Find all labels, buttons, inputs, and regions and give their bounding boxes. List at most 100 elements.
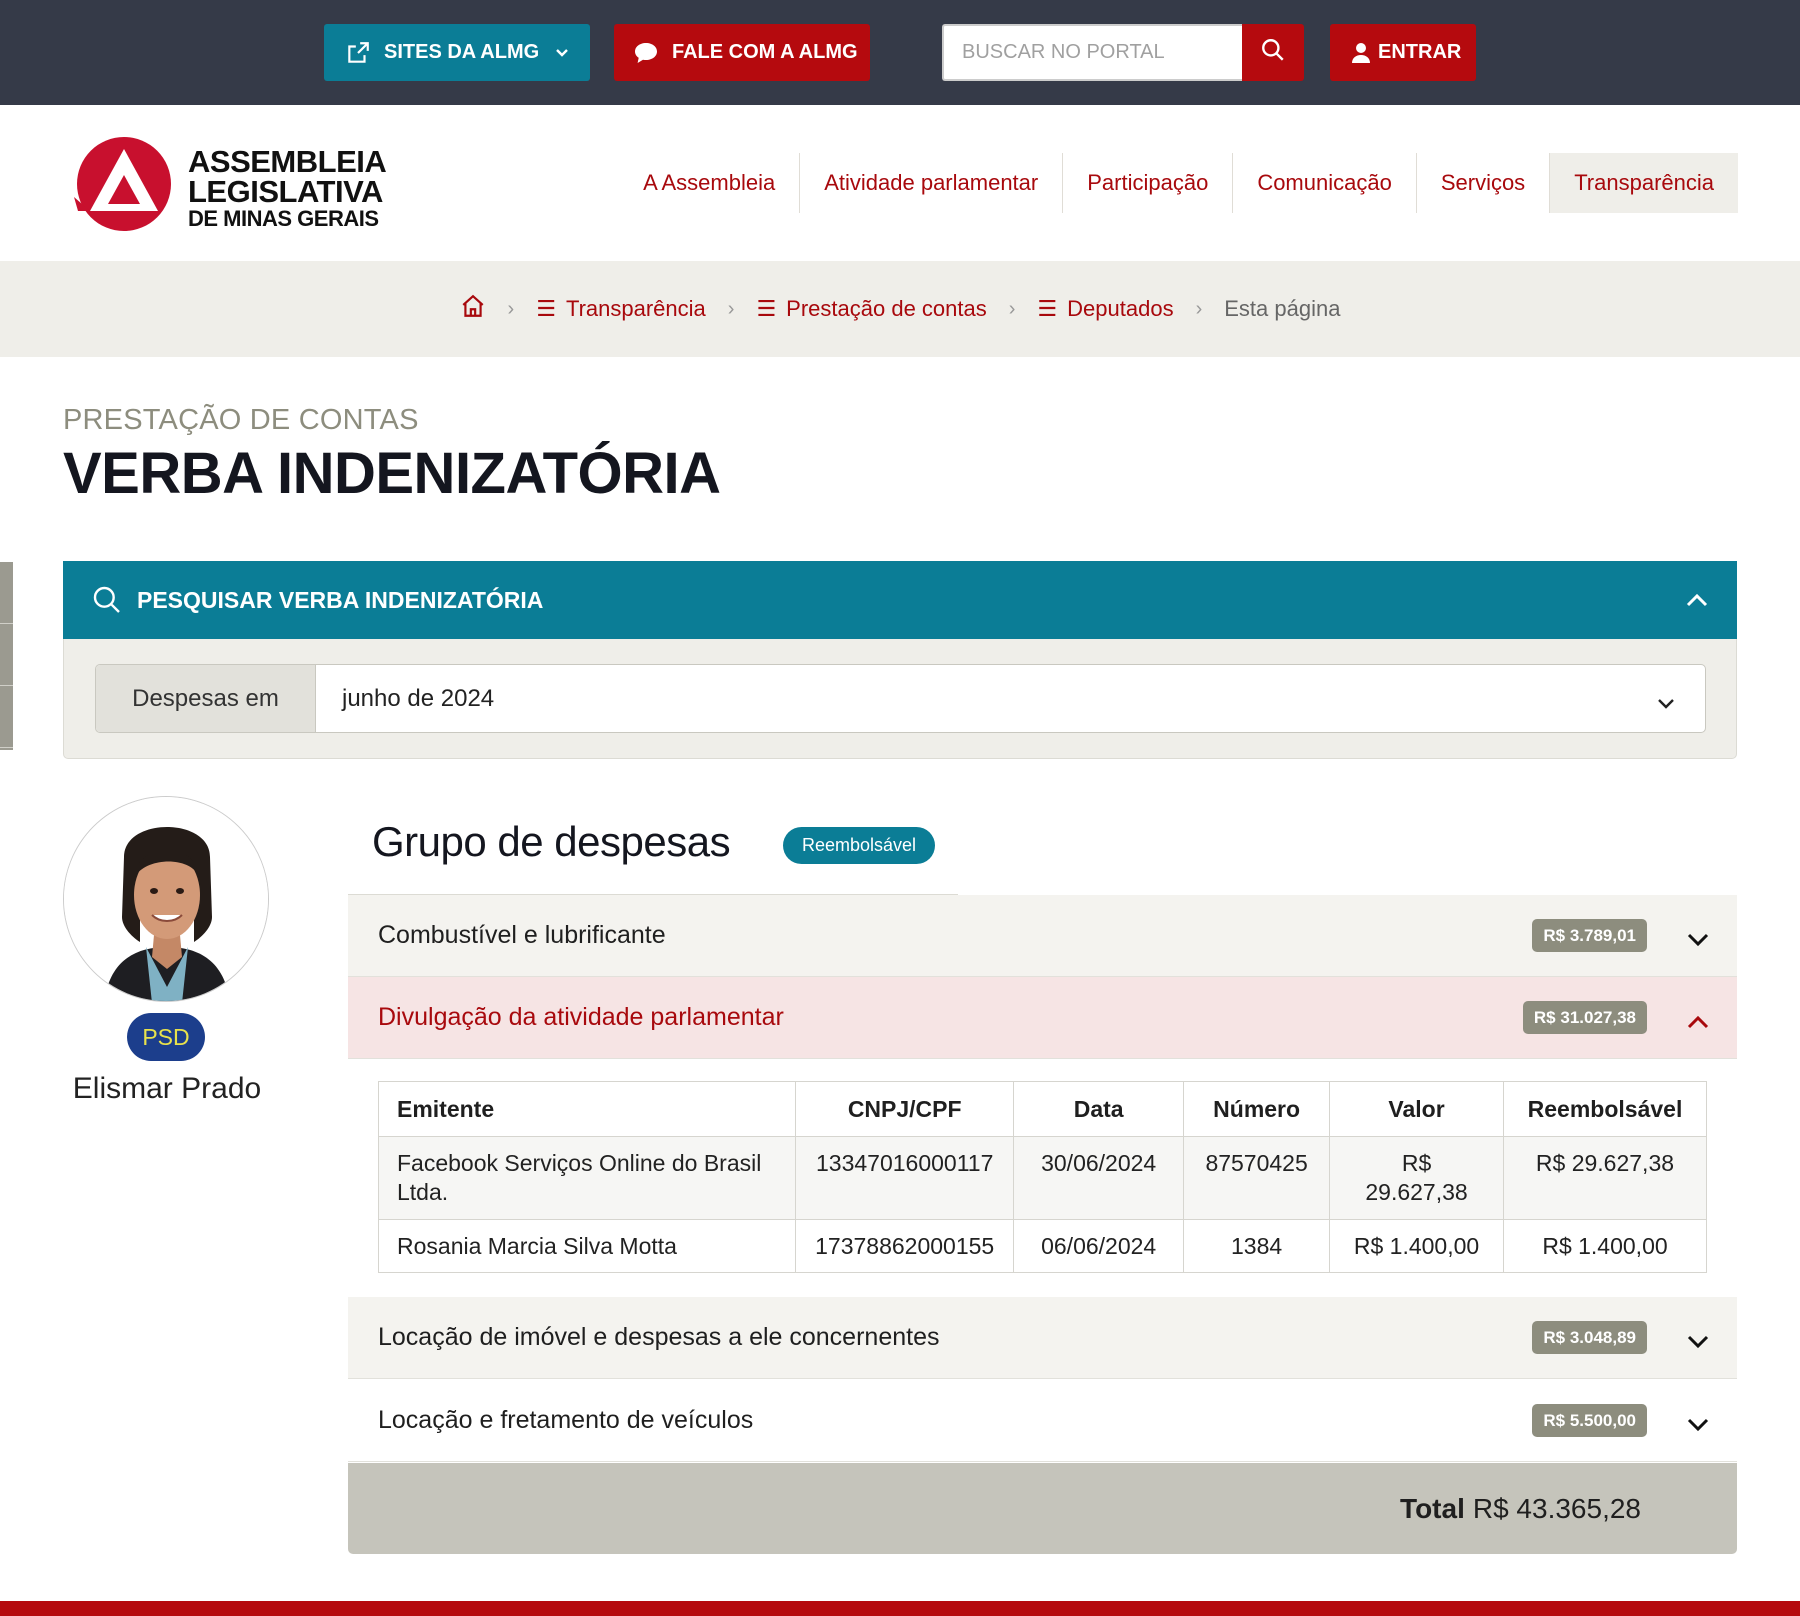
logo-text: ASSEMBLEIA LEGISLATIVA DE MINAS GERAIS xyxy=(188,144,387,231)
table-cell: 1384 xyxy=(1183,1219,1331,1273)
category-label: Locação de imóvel e despesas a ele conce… xyxy=(378,1323,940,1351)
nav-item-transparencia[interactable]: Transparência xyxy=(1549,153,1738,213)
side-tab[interactable] xyxy=(0,624,13,686)
logo-line-1: ASSEMBLEIA xyxy=(188,144,387,179)
breadcrumb-label: Deputados xyxy=(1067,296,1174,321)
portal-search-input[interactable] xyxy=(962,41,1222,64)
column-header-data: Data xyxy=(1013,1081,1185,1137)
column-header-numero: Número xyxy=(1183,1081,1331,1137)
category-amount-badge: R$ 3.048,89 xyxy=(1532,1321,1647,1354)
chevron-down-icon xyxy=(1687,1327,1709,1356)
breadcrumb-home[interactable] xyxy=(460,293,486,325)
sites-almg-label: SITES DA ALMG xyxy=(384,41,540,63)
period-select[interactable]: Despesas em junho de 2024 xyxy=(95,664,1706,733)
table-cell: 17378862000155 xyxy=(795,1219,1015,1273)
period-select-label: Despesas em xyxy=(96,665,316,732)
breadcrumb-label: Transparência xyxy=(565,296,706,321)
chat-bubble-icon xyxy=(632,39,660,67)
chevron-right-icon: › xyxy=(1008,297,1016,320)
category-row-locacao-imovel[interactable]: Locação de imóvel e despesas a ele conce… xyxy=(348,1297,1737,1379)
column-header-emitente: Emitente xyxy=(377,1081,797,1137)
side-accessibility-tabs[interactable] xyxy=(0,562,13,750)
table-header-row: Emitente CNPJ/CPF Data Número Valor Reem… xyxy=(377,1081,1708,1137)
total-label: Total xyxy=(1400,1492,1465,1524)
reembolsavel-badge: Reembolsável xyxy=(783,827,935,864)
category-row-locacao-veiculos[interactable]: Locação e fretamento de veículos R$ 5.50… xyxy=(348,1380,1737,1462)
total-value: R$ 43.365,28 xyxy=(1472,1492,1641,1524)
category-amount-badge: R$ 5.500,00 xyxy=(1532,1404,1647,1437)
menu-icon: ☰ xyxy=(1037,296,1058,321)
home-icon xyxy=(460,293,486,325)
side-tab[interactable] xyxy=(0,686,13,748)
deputy-name: Elismar Prado xyxy=(72,1072,262,1105)
breadcrumb-transparencia[interactable]: ☰ Transparência xyxy=(536,296,706,322)
nav-item-servicos[interactable]: Serviços xyxy=(1415,153,1549,213)
total-row: Total R$ 43.365,28 xyxy=(348,1463,1737,1554)
chevron-down-icon xyxy=(1657,689,1675,717)
chevron-up-icon xyxy=(1687,1007,1709,1036)
top-bar: SITES DA ALMG FALE COM A ALMG ENTRAR xyxy=(0,0,1800,105)
table-cell: R$ 29.627,38 xyxy=(1329,1136,1504,1220)
nav-item-participacao[interactable]: Participação xyxy=(1062,153,1232,213)
nav-item-assembleia[interactable]: A Assembleia xyxy=(619,153,799,213)
search-panel-header[interactable]: PESQUISAR VERBA INDENIZATÓRIA xyxy=(63,561,1737,639)
category-label: Combustível e lubrificante xyxy=(378,921,666,949)
period-select-value-box[interactable]: junho de 2024 xyxy=(316,665,1705,732)
breadcrumb-current: Esta página xyxy=(1224,296,1341,321)
user-icon xyxy=(1350,39,1372,67)
search-panel-title: PESQUISAR VERBA INDENIZATÓRIA xyxy=(137,586,544,613)
category-row-divulgacao[interactable]: Divulgação da atividade parlamentar R$ 3… xyxy=(348,977,1737,1059)
period-select-value: junho de 2024 xyxy=(342,684,495,712)
search-panel-body: Despesas em junho de 2024 xyxy=(63,639,1737,759)
group-title: Grupo de despesas xyxy=(372,818,731,865)
category-amount-badge: R$ 3.789,01 xyxy=(1532,919,1647,952)
logo-line-3: DE MINAS GERAIS xyxy=(188,206,379,231)
chevron-right-icon: › xyxy=(507,297,515,320)
category-row-combustivel[interactable]: Combustível e lubrificante R$ 3.789,01 xyxy=(348,895,1737,977)
category-label: Locação e fretamento de veículos xyxy=(378,1406,754,1434)
expense-table: Emitente CNPJ/CPF Data Número Valor Reem… xyxy=(377,1081,1708,1273)
fale-com-almg-label: FALE COM A ALMG xyxy=(672,41,858,63)
sites-almg-button[interactable]: SITES DA ALMG xyxy=(324,24,590,81)
chevron-down-icon xyxy=(1687,925,1709,954)
page-title: VERBA INDENIZATÓRIA xyxy=(63,441,721,506)
search-icon xyxy=(1260,37,1286,68)
chevron-up-icon[interactable] xyxy=(1685,587,1709,614)
chevron-right-icon: › xyxy=(1195,297,1203,320)
table-cell: 87570425 xyxy=(1183,1136,1331,1220)
breadcrumb-prestacao-de-contas[interactable]: ☰ Prestação de contas xyxy=(756,296,986,322)
side-tab[interactable] xyxy=(0,562,13,624)
almg-logo[interactable]: ASSEMBLEIA LEGISLATIVA DE MINAS GERAIS xyxy=(70,135,387,233)
chevron-down-icon xyxy=(1687,1410,1709,1439)
nav-item-comunicacao[interactable]: Comunicação xyxy=(1232,153,1416,213)
column-header-reembolsavel: Reembolsável xyxy=(1502,1081,1708,1137)
table-cell: R$ 1.400,00 xyxy=(1329,1219,1504,1273)
column-header-valor: Valor xyxy=(1329,1081,1504,1137)
chevron-down-icon xyxy=(555,48,569,58)
page-kicker: PRESTAÇÃO DE CONTAS xyxy=(63,404,419,436)
table-row: Rosania Marcia Silva Motta 1737886200015… xyxy=(377,1219,1708,1273)
nav-item-atividade-parlamentar[interactable]: Atividade parlamentar xyxy=(799,153,1062,213)
table-cell: Facebook Serviços Online do Brasil Ltda. xyxy=(377,1136,797,1220)
table-cell: Rosania Marcia Silva Motta xyxy=(377,1219,797,1273)
column-header-cnpj: CNPJ/CPF xyxy=(795,1081,1015,1137)
external-link-icon xyxy=(344,39,372,67)
search-button[interactable] xyxy=(1242,24,1304,81)
footer-bar xyxy=(0,1601,1800,1616)
entrar-button[interactable]: ENTRAR xyxy=(1330,24,1476,81)
menu-icon: ☰ xyxy=(756,296,777,321)
table-row: Facebook Serviços Online do Brasil Ltda.… xyxy=(377,1136,1708,1220)
menu-icon: ☰ xyxy=(536,296,556,321)
breadcrumb-deputados[interactable]: ☰ Deputados xyxy=(1037,296,1173,322)
table-cell: R$ 29.627,38 xyxy=(1502,1136,1708,1220)
portal-search-field[interactable] xyxy=(942,24,1244,81)
category-amount-badge: R$ 31.027,38 xyxy=(1522,1001,1647,1034)
fale-com-almg-button[interactable]: FALE COM A ALMG xyxy=(614,24,870,81)
breadcrumb: › ☰ Transparência › ☰ Prestação de conta… xyxy=(0,261,1800,357)
deputy-photo xyxy=(63,796,269,1002)
entrar-label: ENTRAR xyxy=(1378,41,1462,63)
table-cell: 30/06/2024 xyxy=(1013,1136,1185,1220)
almg-logo-mark xyxy=(74,137,171,231)
category-label: Divulgação da atividade parlamentar xyxy=(378,1003,784,1031)
main-nav: A Assembleia Atividade parlamentar Parti… xyxy=(619,153,1738,213)
